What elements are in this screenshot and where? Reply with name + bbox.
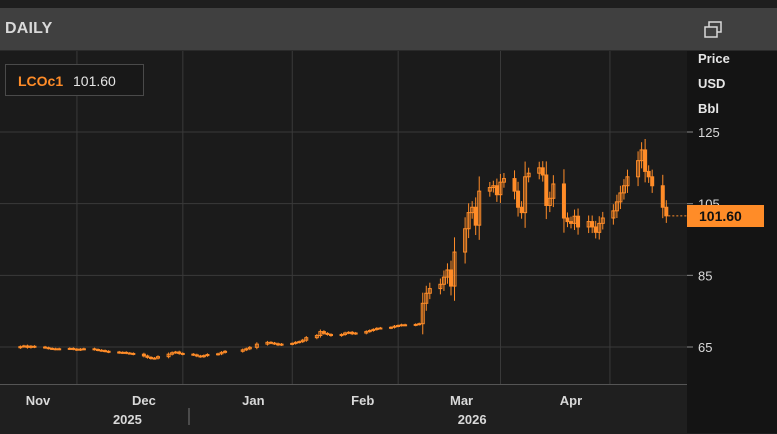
candle-body [417, 323, 422, 326]
candle-body [81, 348, 86, 351]
x-month-label: Jan [242, 393, 264, 408]
candle-body [177, 351, 182, 354]
candle-body [569, 221, 573, 224]
candle-body [32, 345, 37, 348]
candle-body [71, 347, 76, 350]
candle-body [328, 333, 333, 337]
candle-body [353, 332, 358, 335]
last-price-value: 101.60 [699, 208, 742, 224]
candle-body [46, 347, 51, 350]
candle-body [565, 217, 570, 223]
candle-body [141, 353, 146, 357]
candle-body [448, 269, 453, 287]
candle-body [99, 349, 104, 352]
candle-body [180, 352, 185, 355]
candle-body [388, 326, 393, 329]
candle-body [561, 183, 566, 219]
last-price-tag: 101.60 [687, 205, 764, 227]
x-month-label: Nov [26, 393, 51, 408]
candle-body [120, 351, 125, 354]
legend-value: 101.60 [73, 73, 116, 89]
candle-body [590, 221, 595, 228]
candle-body [403, 324, 408, 327]
series-legend[interactable]: LCOc1 101.60 [5, 64, 144, 96]
candle-body [396, 325, 401, 327]
candle-body [21, 345, 26, 348]
candle-body [103, 350, 108, 353]
candle-body [544, 174, 549, 206]
candle-body [53, 348, 58, 351]
x-month-label: Mar [450, 393, 473, 408]
candle-body [117, 351, 122, 354]
x-month-label: Dec [132, 393, 156, 408]
candle-body [325, 332, 330, 335]
candle-body [576, 215, 581, 228]
candle-body [50, 347, 55, 350]
axis-title-currency: USD [698, 76, 726, 91]
candle-body [350, 331, 355, 335]
candle-body [650, 176, 655, 187]
candle-body [272, 342, 277, 345]
candle-body [268, 341, 273, 344]
y-tick-label: 85 [698, 268, 712, 283]
x-month-label: Feb [351, 393, 374, 408]
y-tick-label: 65 [698, 340, 712, 355]
candle-body [540, 167, 545, 176]
candle-body [127, 352, 132, 355]
candle-body [25, 345, 30, 348]
candle-body [148, 356, 153, 359]
candle-body [74, 348, 79, 351]
candle-body [106, 350, 111, 353]
axis-title-price: Price [698, 51, 730, 66]
candle-body [378, 327, 383, 330]
x-year-label: 2026 [458, 412, 487, 427]
candle-body [413, 323, 418, 326]
candle-body [152, 357, 157, 360]
candle-body [96, 349, 101, 352]
candle-body [664, 206, 669, 217]
candle-body [124, 351, 129, 354]
candle-body [92, 348, 97, 351]
candle-body [321, 331, 326, 334]
x-month-label: Apr [560, 393, 582, 408]
candle-body [198, 355, 203, 358]
candle-body [194, 354, 199, 357]
candle-body [43, 346, 48, 349]
x-year-label: 2025 [113, 412, 142, 427]
candle-body [512, 178, 517, 192]
candle-body [78, 348, 83, 351]
candle-body [290, 342, 295, 345]
candle-body [346, 331, 351, 334]
candle-body [145, 355, 150, 358]
candle-body [131, 352, 136, 355]
legend-ric: LCOc1 [18, 73, 64, 89]
y-tick-label: 125 [698, 125, 720, 140]
candle-body [660, 185, 665, 208]
candle-body [297, 341, 302, 344]
candle-body [67, 347, 72, 350]
candle-body [216, 353, 221, 356]
candle-body [593, 226, 598, 233]
candle-body [279, 343, 284, 346]
candle-body [57, 348, 62, 351]
candle-body [473, 206, 478, 226]
candle-body [276, 343, 281, 346]
candle-body [646, 170, 651, 178]
candle-body [516, 190, 521, 208]
candle-body [173, 351, 178, 354]
candle-body [191, 353, 196, 356]
candle-body [494, 185, 499, 196]
axis-title-unit: Bbl [698, 101, 719, 116]
candle-body [399, 324, 404, 327]
candle-body [643, 149, 648, 172]
candle-body [519, 206, 524, 214]
